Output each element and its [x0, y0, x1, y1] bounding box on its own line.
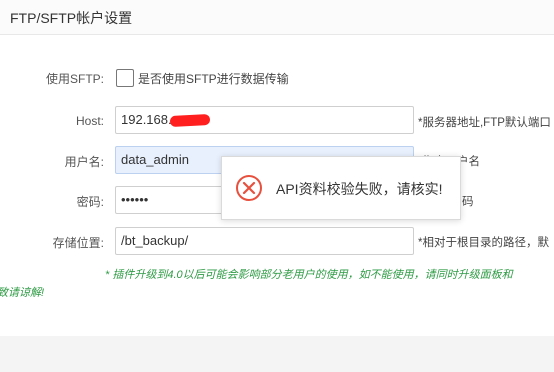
host-input-value: 192.168.	[121, 112, 172, 127]
storage-input-value: /bt_backup/	[121, 233, 189, 248]
sftp-checkbox-label[interactable]: 是否使用SFTP进行数据传输	[138, 70, 289, 87]
upgrade-notice-continued: 致请谅解!	[0, 287, 45, 299]
username-input-value: data_admin	[121, 152, 189, 167]
password-input-value: ••••••	[121, 192, 149, 207]
redaction-mark	[169, 114, 210, 128]
password-help: 码	[462, 196, 474, 208]
username-label: 用户名:	[64, 155, 104, 169]
host-help: *服务器地址,FTP默认端口	[418, 117, 551, 129]
error-toast-message: API资料校验失败，请核实!	[276, 181, 443, 197]
error-circle-x-icon	[236, 175, 262, 201]
error-toast: API资料校验失败，请核实!	[221, 156, 461, 220]
sftp-label: 使用SFTP:	[45, 72, 104, 86]
storage-help: *相对于根目录的路径，默	[418, 237, 549, 249]
host-label: Host:	[75, 114, 104, 128]
storage-label: 存储位置:	[52, 236, 104, 250]
upgrade-notice: * 插件升级到4.0以后可能会影响部分老用户的使用，如不能使用，请同时升级面板和	[105, 269, 513, 281]
host-input[interactable]: 192.168.	[115, 106, 414, 134]
panel-header: FTP/SFTP帐户设置	[0, 0, 554, 35]
page-title: FTP/SFTP帐户设置	[10, 10, 133, 26]
storage-input[interactable]: /bt_backup/	[115, 227, 414, 255]
password-label: 密码:	[76, 195, 104, 209]
sftp-checkbox[interactable]	[116, 69, 134, 87]
